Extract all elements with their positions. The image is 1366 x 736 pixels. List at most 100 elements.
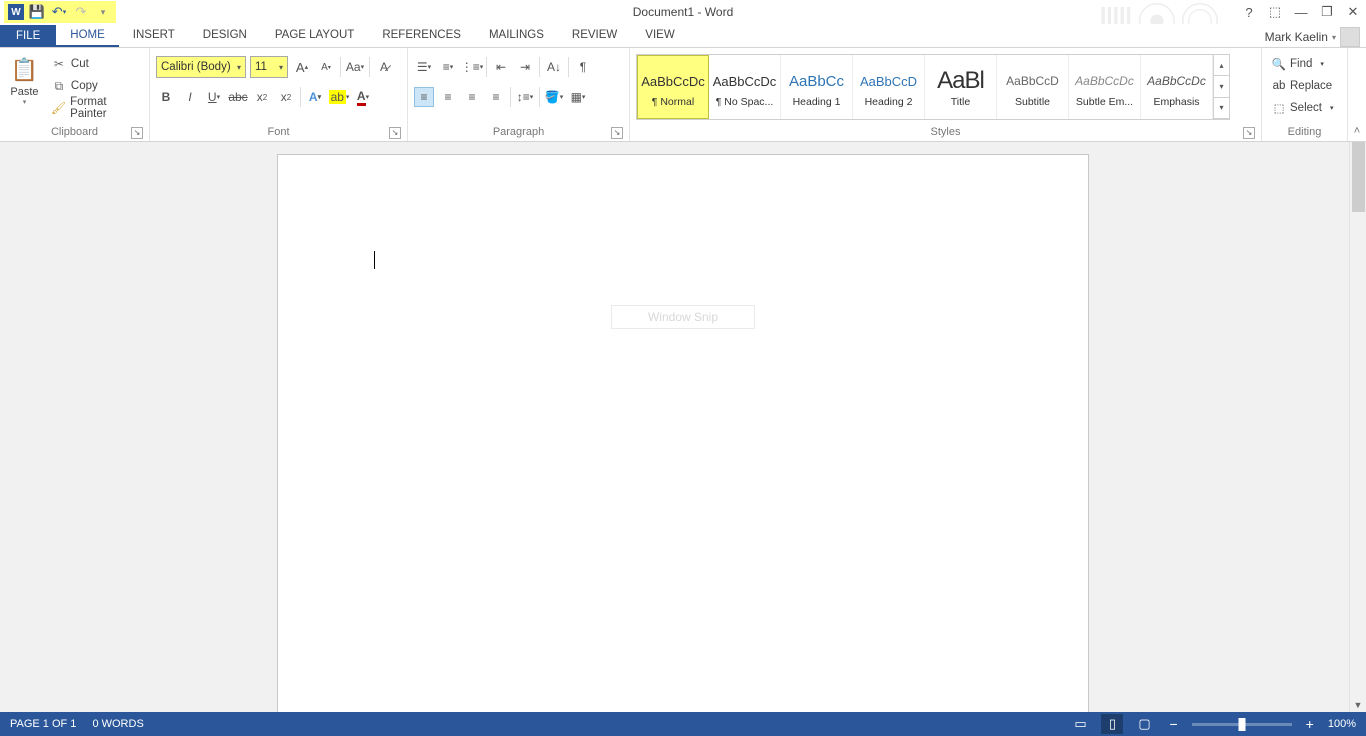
style-subtleem[interactable]: AaBbCcDcSubtle Em... [1069, 55, 1141, 119]
paste-button[interactable]: 📋 Paste ▾ [6, 54, 43, 106]
web-layout-button[interactable]: ▢ [1133, 714, 1155, 734]
find-icon: 🔍 [1272, 57, 1286, 71]
user-name: Mark Kaelin [1265, 30, 1328, 44]
tab-review[interactable]: REVIEW [558, 25, 631, 47]
bold-button[interactable]: B [156, 87, 176, 107]
increase-indent-button[interactable]: ⇥ [515, 57, 535, 77]
undo-icon[interactable]: ↶▾ [50, 3, 68, 21]
vertical-scrollbar[interactable]: ▲ ▼ [1349, 142, 1366, 712]
tab-design[interactable]: DESIGN [189, 25, 261, 47]
style-preview: AaBbCcDc [1147, 66, 1206, 96]
find-button[interactable]: 🔍Find▾ [1268, 54, 1337, 74]
chevron-down-icon: ▾ [279, 63, 283, 72]
select-icon: ⬚ [1272, 101, 1286, 115]
text-effects-button[interactable]: A▾ [305, 87, 325, 107]
style-name-label: ¶ No Spac... [716, 96, 774, 108]
superscript-button[interactable]: x2 [276, 87, 296, 107]
copy-button[interactable]: ⧉Copy [47, 76, 143, 96]
avatar[interactable] [1340, 27, 1360, 47]
tab-references[interactable]: REFERENCES [368, 25, 475, 47]
italic-button[interactable]: I [180, 87, 200, 107]
align-left-button[interactable]: ≡ [414, 87, 434, 107]
scroll-down-icon[interactable]: ▼ [1350, 700, 1366, 710]
styles-expand[interactable]: ▾ [1214, 98, 1229, 119]
close-icon[interactable]: ✕ [1344, 3, 1362, 21]
styles-scroll-down[interactable]: ▾ [1214, 76, 1229, 97]
user-account[interactable]: Mark Kaelin ▾ [1265, 27, 1366, 47]
tab-view[interactable]: VIEW [631, 25, 688, 47]
qat-left-highlight: W 💾 ↶▾ ↷ ▾ [4, 1, 116, 23]
restore-icon[interactable]: ❐ [1318, 3, 1336, 21]
customize-qat-icon[interactable]: ▾ [94, 3, 112, 21]
tab-mailings[interactable]: MAILINGS [475, 25, 558, 47]
font-color-button[interactable]: A▾ [353, 87, 373, 107]
style-preview: AaBbCcDc [713, 66, 777, 96]
highlight-button[interactable]: ab▾ [329, 87, 349, 107]
decrease-indent-button[interactable]: ⇤ [491, 57, 511, 77]
format-painter-icon: 🖌 [51, 100, 66, 116]
style-name-label: Subtle Em... [1076, 96, 1133, 108]
user-dropdown-icon[interactable]: ▾ [1332, 33, 1336, 42]
multilevel-list-button[interactable]: ⋮≡▾ [462, 57, 482, 77]
cut-button[interactable]: ✂Cut [47, 54, 143, 74]
sort-button[interactable]: A↓ [544, 57, 564, 77]
underline-button[interactable]: U▾ [204, 87, 224, 107]
change-case-button[interactable]: Aa▾ [345, 57, 365, 77]
shading-button[interactable]: 🪣▾ [544, 87, 564, 107]
zoom-level[interactable]: 100% [1328, 718, 1356, 730]
borders-button[interactable]: ▦▾ [568, 87, 588, 107]
word-icon[interactable]: W [8, 4, 24, 20]
cut-icon: ✂ [51, 56, 67, 72]
group-clipboard: 📋 Paste ▾ ✂Cut ⧉Copy 🖌Format Painter Cli… [0, 48, 150, 141]
redo-icon[interactable]: ↷ [72, 3, 90, 21]
zoom-slider[interactable] [1192, 723, 1292, 726]
tab-insert[interactable]: INSERT [119, 25, 189, 47]
style-heading[interactable]: AaBbCcHeading 1 [781, 55, 853, 119]
font-size-combo[interactable]: 11▾ [250, 56, 288, 78]
show-hide-button[interactable]: ¶ [573, 57, 593, 77]
strikethrough-button[interactable]: abc [228, 87, 248, 107]
style-nospac[interactable]: AaBbCcDc¶ No Spac... [709, 55, 781, 119]
word-count[interactable]: 0 WORDS [92, 718, 143, 730]
replace-button[interactable]: abReplace [1268, 76, 1337, 96]
grow-font-button[interactable]: A▴ [292, 57, 312, 77]
bullets-button[interactable]: ☰▾ [414, 57, 434, 77]
tab-file[interactable]: FILE [0, 25, 56, 47]
font-name-combo[interactable]: Calibri (Body)▾ [156, 56, 246, 78]
style-emphasis[interactable]: AaBbCcDcEmphasis [1141, 55, 1213, 119]
tab-home[interactable]: HOME [56, 25, 119, 47]
paragraph-dialog-launcher[interactable]: ↘ [611, 127, 623, 139]
shrink-font-button[interactable]: A▾ [316, 57, 336, 77]
justify-button[interactable]: ≡ [486, 87, 506, 107]
collapse-ribbon-button[interactable]: ˄ [1348, 48, 1366, 141]
style-title[interactable]: AaBlTitle [925, 55, 997, 119]
subscript-button[interactable]: x2 [252, 87, 272, 107]
read-mode-button[interactable]: ▭ [1069, 714, 1091, 734]
clear-formatting-button[interactable]: A̷ [374, 57, 394, 77]
ribbon-display-options-icon[interactable]: ⬚ [1266, 3, 1284, 21]
styles-dialog-launcher[interactable]: ↘ [1243, 127, 1255, 139]
style-subtitle[interactable]: AaBbCcDSubtitle [997, 55, 1069, 119]
minimize-icon[interactable]: ― [1292, 3, 1310, 21]
zoom-slider-handle[interactable] [1238, 718, 1245, 731]
line-spacing-button[interactable]: ↕≡▾ [515, 87, 535, 107]
page-indicator[interactable]: PAGE 1 OF 1 [10, 718, 76, 730]
scrollbar-thumb[interactable] [1352, 142, 1365, 212]
format-painter-button[interactable]: 🖌Format Painter [47, 98, 143, 118]
clipboard-dialog-launcher[interactable]: ↘ [131, 127, 143, 139]
print-layout-button[interactable]: ▯ [1101, 714, 1123, 734]
select-button[interactable]: ⬚Select▾ [1268, 98, 1337, 118]
style-heading[interactable]: AaBbCcDHeading 2 [853, 55, 925, 119]
help-icon[interactable]: ? [1240, 3, 1258, 21]
numbering-button[interactable]: ≡▾ [438, 57, 458, 77]
zoom-in-button[interactable]: + [1302, 716, 1318, 732]
save-icon[interactable]: 💾 [28, 3, 46, 21]
zoom-out-button[interactable]: − [1165, 716, 1181, 732]
tab-page-layout[interactable]: PAGE LAYOUT [261, 25, 368, 47]
document-page[interactable]: Window Snip [277, 154, 1089, 712]
styles-scroll-up[interactable]: ▴ [1214, 55, 1229, 76]
align-center-button[interactable]: ≡ [438, 87, 458, 107]
font-dialog-launcher[interactable]: ↘ [389, 127, 401, 139]
style-normal[interactable]: AaBbCcDc¶ Normal [637, 55, 709, 119]
align-right-button[interactable]: ≡ [462, 87, 482, 107]
